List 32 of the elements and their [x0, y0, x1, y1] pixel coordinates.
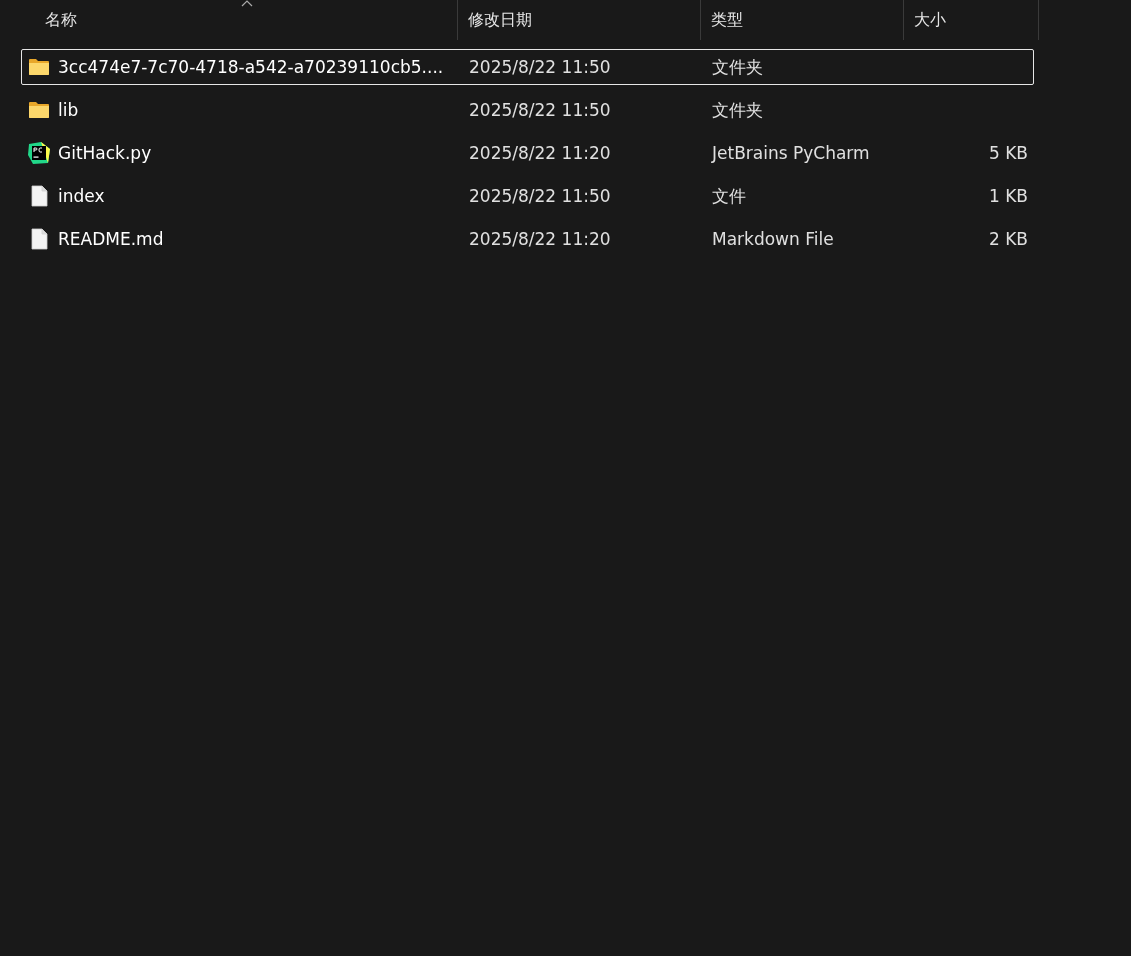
- file-row[interactable]: GitHack.py 2025/8/22 11:20 JetBrains PyCharm 5 KB: [21, 135, 1034, 171]
- file-row[interactable]: lib 2025/8/22 11:50 文件夹: [21, 92, 1034, 128]
- file-row[interactable]: 3cc474e7-7c70-4718-a542-a70239110cb5.... 2025/8/22 11:50 文件夹: [21, 49, 1034, 85]
- modified-date: 2025/8/22 11:50: [469, 100, 611, 120]
- file-icon: [30, 185, 48, 207]
- file-size: 2 KB: [988, 229, 1028, 249]
- column-header[interactable]: 类型: [711, 9, 743, 31]
- pycharm-icon: [27, 141, 51, 165]
- file-name: README.md: [58, 229, 164, 249]
- file-type: Markdown File: [712, 229, 834, 249]
- folder-icon: [28, 58, 50, 76]
- modified-date: 2025/8/22 11:20: [469, 143, 611, 163]
- column-header[interactable]: 名称: [45, 9, 77, 31]
- modified-date: 2025/8/22 11:50: [469, 57, 611, 77]
- modified-date: 2025/8/22 11:50: [469, 186, 611, 206]
- file-type: JetBrains PyCharm: [712, 143, 870, 163]
- file-name: lib: [58, 100, 79, 120]
- folder-icon: [28, 101, 50, 119]
- file-row[interactable]: index 2025/8/22 11:50 文件 1 KB: [21, 178, 1034, 214]
- file-type: 文件夹: [712, 56, 763, 77]
- file-size: 5 KB: [988, 143, 1028, 163]
- file-row[interactable]: README.md 2025/8/22 11:20 Markdown File 2 KB: [21, 221, 1034, 257]
- file-type: 文件夹: [712, 99, 763, 120]
- column-header[interactable]: 大小: [914, 9, 946, 31]
- file-name: 3cc474e7-7c70-4718-a542-a70239110cb5....: [58, 57, 444, 77]
- modified-date: 2025/8/22 11:20: [469, 229, 611, 249]
- file-type: 文件: [712, 185, 746, 206]
- file-name: index: [58, 186, 105, 206]
- file-icon: [30, 228, 48, 250]
- column-header[interactable]: 修改日期: [468, 9, 532, 31]
- file-size: 1 KB: [988, 186, 1028, 206]
- file-name: GitHack.py: [58, 143, 152, 163]
